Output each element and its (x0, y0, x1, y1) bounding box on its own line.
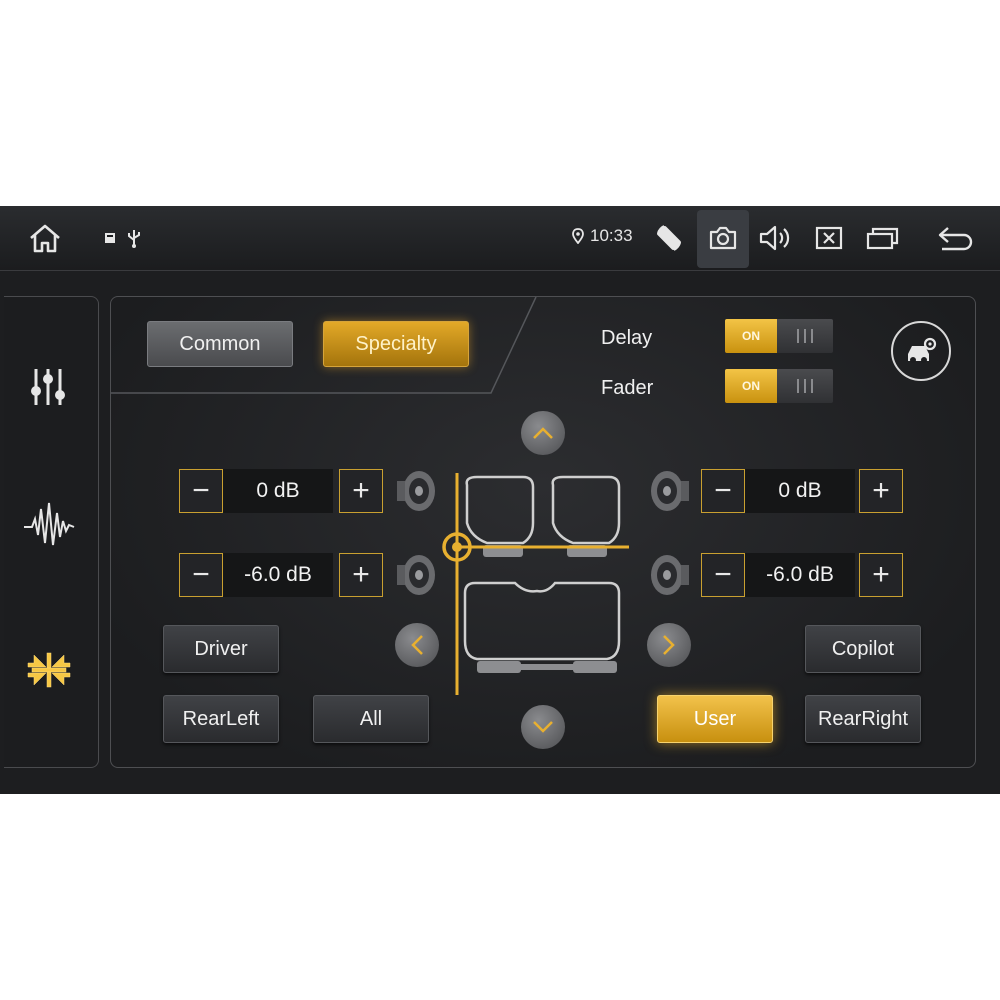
equalizer-sliders-icon[interactable] (28, 365, 68, 409)
front-right-db-value: 0 dB (745, 469, 855, 513)
delay-label: Delay (601, 327, 653, 349)
rear-left-button[interactable]: RearLeft (163, 695, 279, 743)
sound-field-icon[interactable] (24, 645, 74, 695)
back-icon[interactable] (936, 224, 976, 252)
delay-toggle[interactable]: ON (725, 319, 833, 353)
user-button[interactable]: User (657, 695, 773, 743)
delay-toggle-on: ON (725, 319, 777, 353)
car-settings-icon[interactable] (891, 321, 951, 381)
rear-left-minus-button[interactable]: − (179, 553, 223, 597)
fader-toggle[interactable]: ON (725, 369, 833, 403)
front-right-speaker-icon (647, 467, 691, 515)
rear-left-speaker-icon (395, 551, 439, 599)
rear-right-button[interactable]: RearRight (805, 695, 921, 743)
copilot-button[interactable]: Copilot (805, 625, 921, 673)
tab-specialty[interactable]: Specialty (323, 321, 469, 367)
driver-button[interactable]: Driver (163, 625, 279, 673)
rotate-icon[interactable] (652, 222, 686, 254)
rear-left-plus-button[interactable]: + (339, 553, 383, 597)
time-label: 10:33 (590, 226, 633, 245)
move-down-button[interactable] (521, 705, 565, 749)
home-icon[interactable] (26, 220, 64, 256)
storage-icon (104, 232, 116, 244)
front-right-minus-button[interactable]: − (701, 469, 745, 513)
front-left-speaker-icon (395, 467, 439, 515)
delay-toggle-grip (777, 319, 833, 353)
sidebar (4, 296, 99, 768)
listening-position-crosshair[interactable] (437, 467, 637, 697)
waveform-icon[interactable] (22, 497, 76, 553)
move-right-button[interactable] (647, 623, 691, 667)
rear-right-db-value: -6.0 dB (745, 553, 855, 597)
front-left-minus-button[interactable]: − (179, 469, 223, 513)
volume-icon[interactable] (758, 224, 792, 252)
location-icon (572, 228, 584, 244)
front-left-db-value: 0 dB (223, 469, 333, 513)
rear-right-plus-button[interactable]: + (859, 553, 903, 597)
usb-icon (126, 228, 142, 248)
sound-field-panel: Common Specialty Delay ON Fader ON − 0 d… (110, 296, 976, 768)
status-bar: 10:33 (0, 206, 1000, 271)
fader-toggle-on: ON (725, 369, 777, 403)
car-audio-screen: 10:33 Common Specialty Delay ON Fader ON… (0, 206, 1000, 794)
fader-label: Fader (601, 377, 654, 399)
front-left-plus-button[interactable]: + (339, 469, 383, 513)
tab-common[interactable]: Common (147, 321, 293, 367)
rear-right-speaker-icon (647, 551, 691, 599)
front-right-plus-button[interactable]: + (859, 469, 903, 513)
recent-apps-icon[interactable] (866, 225, 900, 251)
move-up-button[interactable] (521, 411, 565, 455)
rear-right-minus-button[interactable]: − (701, 553, 745, 597)
move-left-button[interactable] (395, 623, 439, 667)
clock: 10:33 (572, 226, 633, 246)
rear-left-db-value: -6.0 dB (223, 553, 333, 597)
close-box-icon[interactable] (814, 225, 844, 251)
fader-toggle-grip (777, 369, 833, 403)
all-button[interactable]: All (313, 695, 429, 743)
camera-icon[interactable] (706, 224, 740, 252)
